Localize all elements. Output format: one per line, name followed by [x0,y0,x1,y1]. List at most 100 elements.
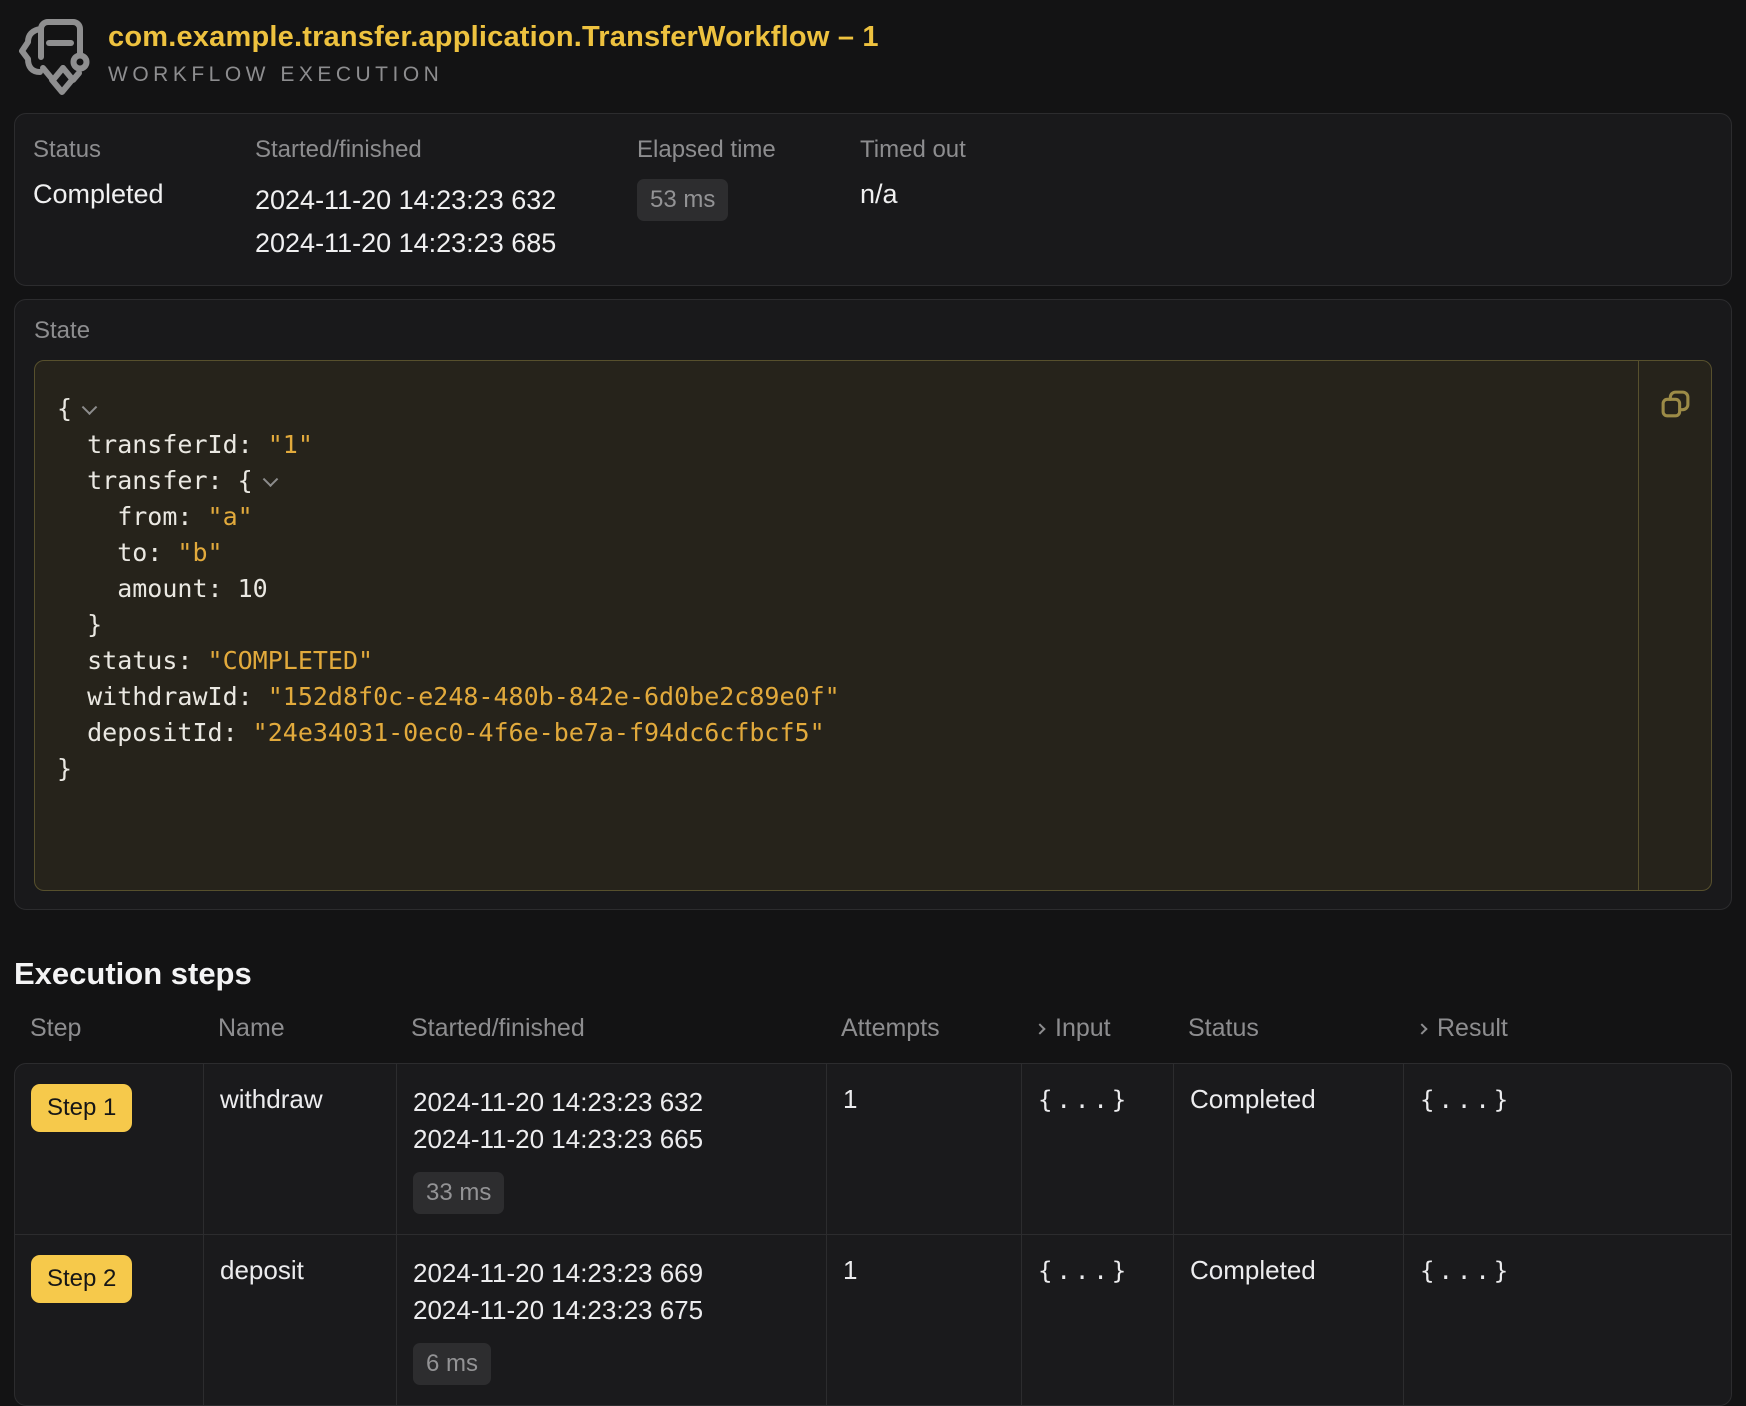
input-expander[interactable]: {...} [1038,1257,1130,1285]
page-title: com.example.transfer.application.Transfe… [108,21,879,54]
step-cell: Step 2 [15,1235,203,1405]
header-text: com.example.transfer.application.Transfe… [108,21,879,87]
summary-panel: Status Completed Started/finished 2024-1… [14,113,1732,286]
summary-grid: Status Completed Started/finished 2024-1… [33,136,1713,265]
step-cell: Step 1 [15,1064,203,1234]
state-panel: State { transferId: "1" transfer: { from… [14,299,1732,910]
name-cell: deposit [203,1235,396,1405]
step-row: Step 2deposit2024-11-20 14:23:23 6692024… [15,1234,1731,1405]
json-key: withdrawId: [57,682,268,711]
state-label: State [34,317,1712,345]
summary-field-timed-out: Timed out n/a [860,136,1713,265]
json-number: 10 [238,574,268,603]
attempts-cell: 1 [826,1235,1021,1405]
code-line: transferId: "1" [57,427,1638,463]
timed-out-label: Timed out [860,136,1713,164]
code-line: transfer: { [57,463,1638,499]
page-header: com.example.transfer.application.Transfe… [14,12,1732,96]
json-string: "1" [268,430,313,459]
result-expander[interactable]: {...} [1420,1257,1512,1285]
chevron-right-icon [1034,1023,1045,1034]
step-row: Step 1withdraw2024-11-20 14:23:23 632202… [15,1064,1731,1234]
step-badge: Step 1 [31,1084,132,1132]
started-timestamp: 2024-11-20 14:23:23 632 [413,1084,810,1121]
status-value: Completed [33,179,255,210]
state-code-lines: { transferId: "1" transfer: { from: "a" … [35,361,1638,890]
code-line: depositId: "24e34031-0ec0-4f6e-be7a-f94d… [57,715,1638,751]
started-finished-cell: 2024-11-20 14:23:23 6692024-11-20 14:23:… [396,1235,826,1405]
column-header-step: Step [14,1014,202,1043]
timed-out-value: n/a [860,179,1713,210]
json-key: } [57,610,102,639]
column-header-status: Status [1172,1014,1402,1043]
chevron-down-icon[interactable] [82,399,98,415]
code-line: withdrawId: "152d8f0c-e248-480b-842e-6d0… [57,679,1638,715]
code-line: } [57,607,1638,643]
result-cell: {...} [1403,1064,1731,1234]
json-key: status: [57,646,208,675]
json-string: "152d8f0c-e248-480b-842e-6d0be2c89e0f" [268,682,840,711]
finished-timestamp: 2024-11-20 14:23:23 685 [255,222,637,265]
elapsed-time-badge: 53 ms [637,179,728,221]
duration-badge: 6 ms [413,1343,491,1385]
column-header-result-label: Result [1437,1014,1508,1043]
finished-timestamp: 2024-11-20 14:23:23 675 [413,1292,810,1329]
status-cell: Completed [1173,1064,1403,1234]
attempts-cell: 1 [826,1064,1021,1234]
json-key: depositId: [57,718,253,747]
input-cell: {...} [1021,1064,1173,1234]
json-key: amount: [57,574,238,603]
json-key: transfer: { [57,466,253,495]
json-key: from: [57,502,208,531]
input-expander[interactable]: {...} [1038,1086,1130,1114]
summary-field-status: Status Completed [33,136,255,265]
step-badge: Step 2 [31,1255,132,1303]
status-label: Status [33,136,255,164]
column-header-result[interactable]: Result [1402,1014,1732,1043]
state-json-viewer: { transferId: "1" transfer: { from: "a" … [34,360,1712,891]
column-header-started-finished: Started/finished [395,1014,825,1043]
json-key: to: [57,538,177,567]
code-line: to: "b" [57,535,1638,571]
column-header-attempts: Attempts [825,1014,1020,1043]
duration-badge: 33 ms [413,1172,504,1214]
elapsed-time-label: Elapsed time [637,136,860,164]
code-line: } [57,751,1638,787]
summary-field-elapsed-time: Elapsed time 53 ms [637,136,860,265]
started-finished-cell: 2024-11-20 14:23:23 6322024-11-20 14:23:… [396,1064,826,1234]
json-key: } [57,754,72,783]
started-finished-label: Started/finished [255,136,637,164]
copy-icon[interactable] [1659,388,1692,421]
started-finished-values: 2024-11-20 14:23:23 632 2024-11-20 14:23… [255,179,637,265]
started-timestamp: 2024-11-20 14:23:23 632 [255,179,637,222]
workflow-icon [16,12,94,96]
workflow-execution-page: com.example.transfer.application.Transfe… [0,0,1746,1406]
finished-timestamp: 2024-11-20 14:23:23 665 [413,1121,810,1158]
column-header-input-label: Input [1055,1014,1111,1043]
code-line: from: "a" [57,499,1638,535]
chevron-right-icon [1416,1023,1427,1034]
column-header-input[interactable]: Input [1020,1014,1172,1043]
summary-field-started-finished: Started/finished 2024-11-20 14:23:23 632… [255,136,637,265]
json-string: "b" [177,538,222,567]
json-string: "24e34031-0ec0-4f6e-be7a-f94dc6cfbcf5" [253,718,825,747]
json-string: "COMPLETED" [208,646,374,675]
page-subtitle: WORKFLOW EXECUTION [108,63,879,87]
status-cell: Completed [1173,1235,1403,1405]
code-line: amount: 10 [57,571,1638,607]
started-timestamp: 2024-11-20 14:23:23 669 [413,1255,810,1292]
input-cell: {...} [1021,1235,1173,1405]
code-gutter [1638,361,1711,890]
json-key: transferId: [57,430,268,459]
column-header-name: Name [202,1014,395,1043]
result-cell: {...} [1403,1235,1731,1405]
code-line: status: "COMPLETED" [57,643,1638,679]
steps-table-header: Step Name Started/finished Attempts Inpu… [14,1014,1732,1063]
execution-steps-heading: Execution steps [14,956,1732,992]
result-expander[interactable]: {...} [1420,1086,1512,1114]
json-string: "a" [208,502,253,531]
json-key: { [57,394,72,423]
name-cell: withdraw [203,1064,396,1234]
steps-table-body: Step 1withdraw2024-11-20 14:23:23 632202… [14,1063,1732,1406]
chevron-down-icon[interactable] [262,471,278,487]
